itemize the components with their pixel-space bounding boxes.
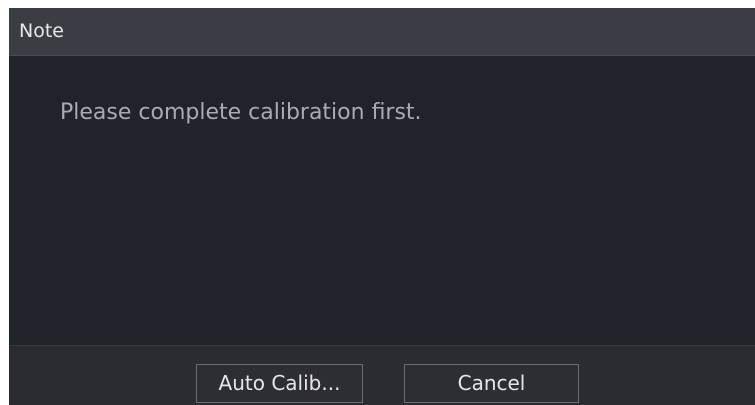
dialog-title: Note: [19, 20, 64, 42]
note-dialog: Note Please complete calibration first. …: [9, 8, 755, 405]
dialog-title-bar: Note: [9, 8, 755, 56]
dialog-message: Please complete calibration first.: [60, 100, 422, 125]
cancel-button[interactable]: Cancel: [404, 364, 579, 403]
auto-calibration-button[interactable]: Auto Calib...: [196, 364, 363, 403]
dialog-footer: Auto Calib... Cancel: [9, 346, 755, 405]
